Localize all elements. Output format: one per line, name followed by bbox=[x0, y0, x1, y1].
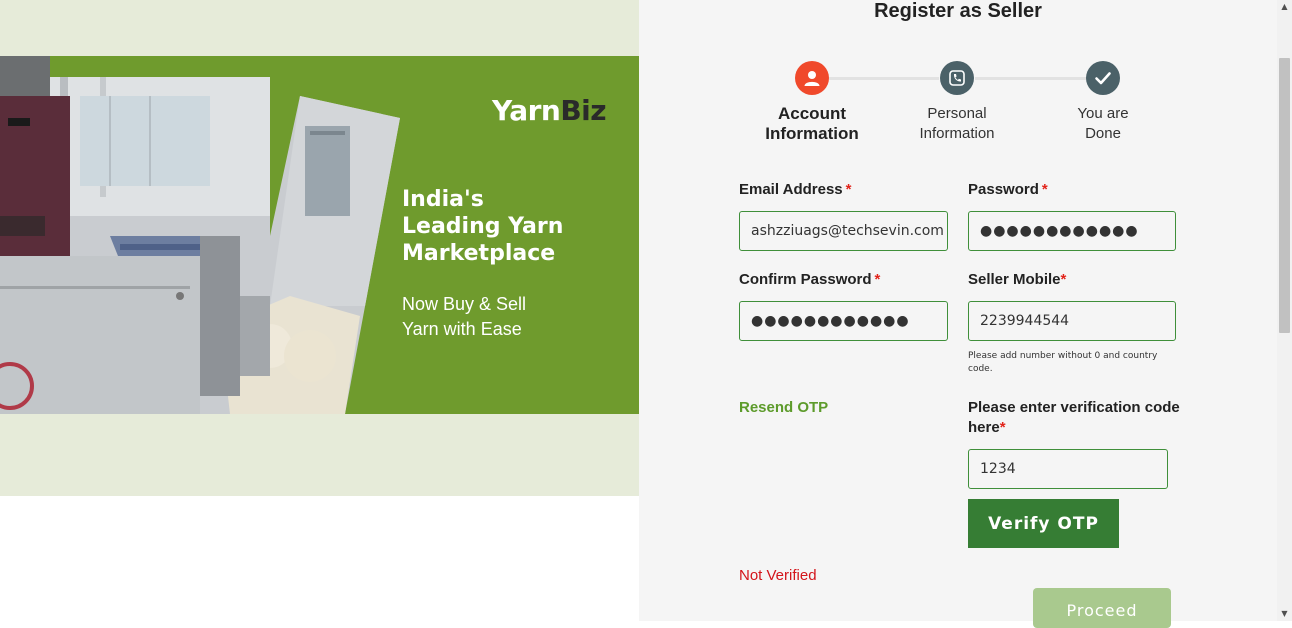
scroll-down-arrow[interactable]: ▼ bbox=[1277, 607, 1292, 621]
confirm-password-label-text: Confirm Password bbox=[739, 271, 872, 288]
confirm-password-field[interactable]: ●●●●●●●●●●●● bbox=[739, 301, 948, 341]
step-done[interactable] bbox=[1086, 61, 1120, 95]
otp-field[interactable]: 1234 bbox=[968, 449, 1168, 489]
confirm-password-label: Confirm Password * bbox=[739, 270, 880, 290]
tagline-line: Yarn with Ease bbox=[402, 319, 522, 339]
password-field[interactable]: ●●●●●●●●●●●● bbox=[968, 211, 1176, 251]
step-label-personal: Personal Information bbox=[897, 104, 1017, 144]
step-label-line: Account bbox=[778, 104, 846, 123]
step-label-line: Personal bbox=[927, 105, 987, 122]
step-label-done: You are Done bbox=[1043, 104, 1163, 144]
mobile-hint: Please add number without 0 and country … bbox=[968, 351, 1158, 374]
phone-icon bbox=[949, 70, 965, 86]
step-label-line: Information bbox=[919, 125, 995, 142]
required-marker: * bbox=[845, 181, 852, 198]
headline-line: Leading Yarn bbox=[402, 214, 564, 239]
page-scrollbar[interactable]: ▲ ▼ bbox=[1277, 0, 1292, 621]
banner-tagline: Now Buy & Sell Yarn with Ease bbox=[402, 292, 622, 342]
promo-panel: YarnBiz India's Leading Yarn Marketplace… bbox=[0, 0, 639, 621]
proceed-button[interactable]: Proceed bbox=[1033, 588, 1171, 628]
headline-line: India's bbox=[402, 187, 484, 212]
verify-otp-button[interactable]: Verify OTP bbox=[968, 499, 1119, 548]
email-field[interactable]: ashzziuags@techsevin.com bbox=[739, 211, 948, 251]
factory-photo bbox=[0, 56, 400, 414]
stepper-connector bbox=[829, 77, 939, 80]
seller-mobile-label-text: Seller Mobile bbox=[968, 271, 1061, 288]
verification-status: Not Verified bbox=[739, 567, 817, 584]
required-marker: * bbox=[874, 271, 881, 288]
seller-mobile-label: Seller Mobile* bbox=[968, 270, 1066, 290]
registration-panel: Register as Seller Account Information P… bbox=[639, 0, 1277, 628]
required-marker: * bbox=[1041, 181, 1048, 198]
logo-accent: Biz bbox=[560, 94, 607, 127]
email-label: Email Address * bbox=[739, 180, 852, 200]
check-icon bbox=[1095, 72, 1111, 85]
logo-text: Yarn bbox=[492, 94, 561, 127]
banner-headline: India's Leading Yarn Marketplace bbox=[402, 186, 622, 267]
scroll-thumb[interactable] bbox=[1279, 58, 1290, 333]
step-label-line: Information bbox=[765, 124, 859, 143]
scroll-up-arrow[interactable]: ▲ bbox=[1277, 0, 1292, 14]
promo-banner: YarnBiz India's Leading Yarn Marketplace… bbox=[0, 56, 639, 414]
step-label-line: Done bbox=[1085, 125, 1121, 142]
step-label-line: You are bbox=[1077, 105, 1129, 122]
required-marker: * bbox=[1060, 271, 1067, 288]
yarnbiz-logo: YarnBiz bbox=[492, 94, 607, 127]
email-label-text: Email Address bbox=[739, 181, 843, 198]
resend-otp-link[interactable]: Resend OTP bbox=[739, 399, 828, 416]
page-title: Register as Seller bbox=[874, 0, 1042, 22]
seller-mobile-field[interactable]: 2239944544 bbox=[968, 301, 1176, 341]
user-icon bbox=[804, 71, 820, 86]
step-personal[interactable] bbox=[940, 61, 974, 95]
headline-line: Marketplace bbox=[402, 241, 556, 266]
tagline-line: Now Buy & Sell bbox=[402, 294, 527, 314]
step-account[interactable] bbox=[795, 61, 829, 95]
otp-label-line: here bbox=[968, 419, 1000, 436]
otp-label: Please enter verification code here* bbox=[968, 398, 1188, 438]
password-label-text: Password bbox=[968, 181, 1039, 198]
required-marker: * bbox=[999, 419, 1006, 436]
password-label: Password * bbox=[968, 180, 1048, 200]
stepper-connector bbox=[975, 77, 1087, 80]
step-label-account: Account Information bbox=[752, 104, 872, 144]
otp-label-line: Please enter verification code bbox=[968, 399, 1180, 416]
